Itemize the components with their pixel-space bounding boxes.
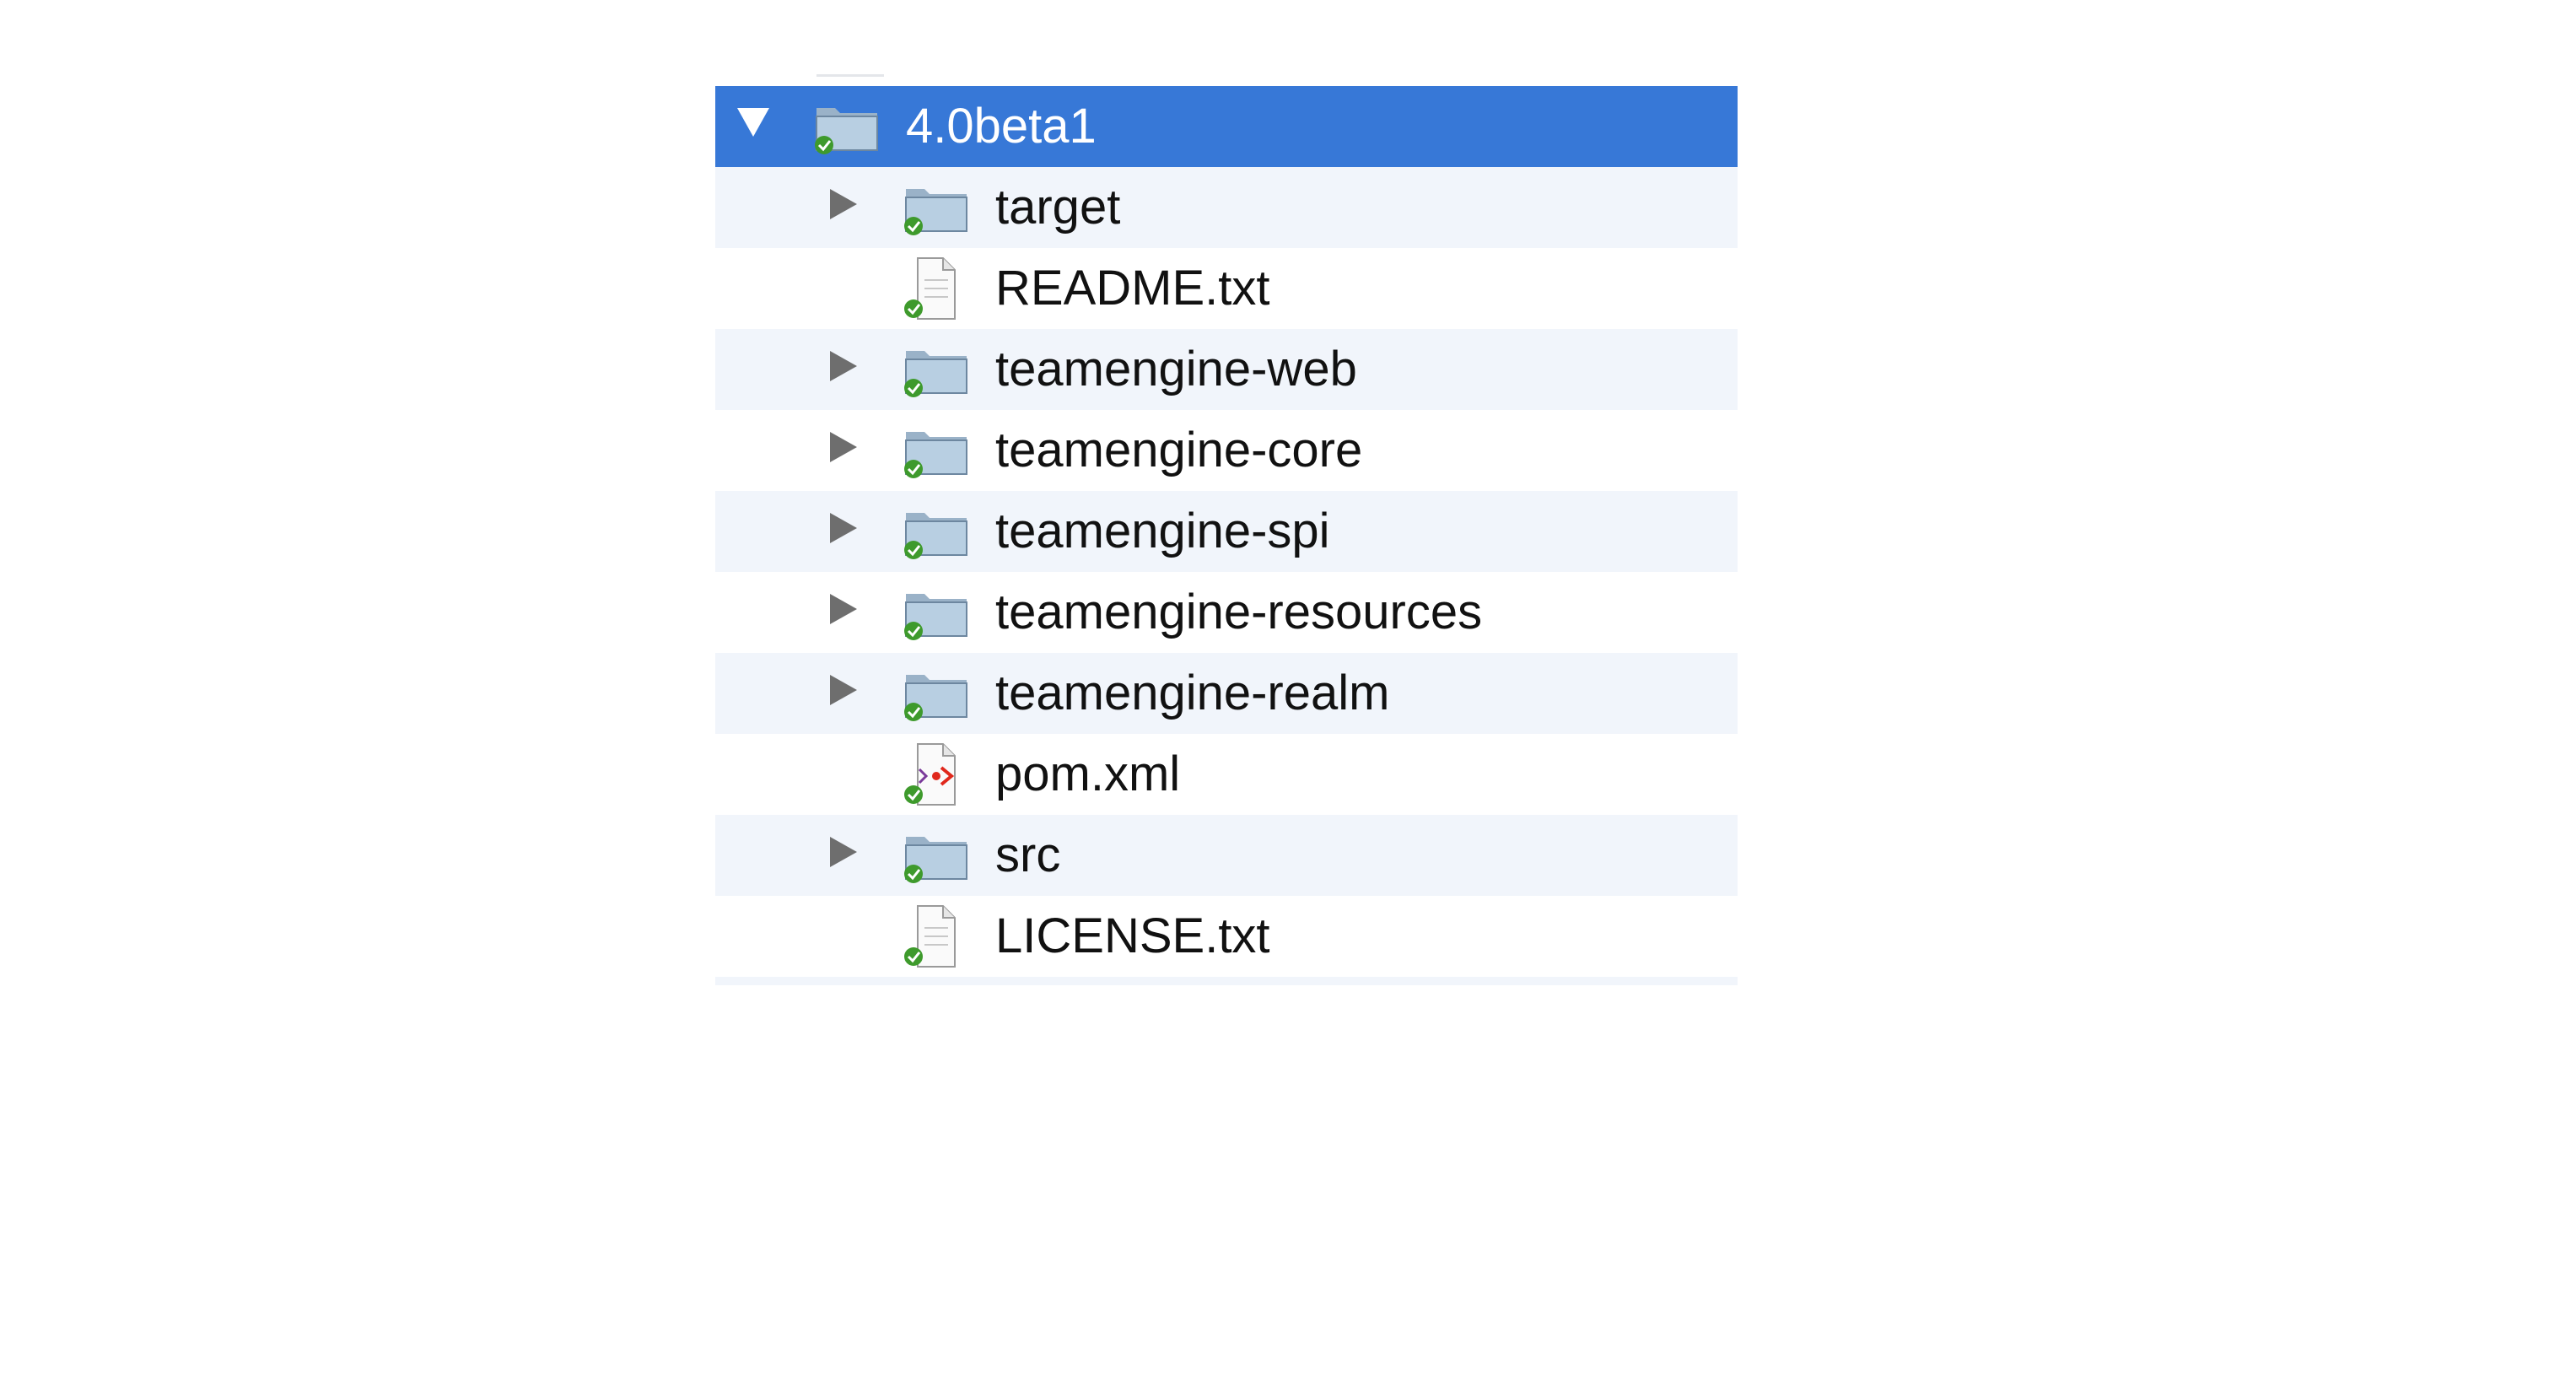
disclosure-collapsed-icon[interactable] (830, 189, 857, 219)
disclosure-collapsed-icon[interactable] (830, 432, 857, 462)
tree-row-teamengine-spi[interactable]: teamengine-spi (715, 491, 1738, 572)
text-file-icon (899, 903, 975, 970)
disclosure-collapsed-icon[interactable] (830, 351, 857, 381)
tree-row-label: teamengine-spi (995, 504, 1330, 558)
folder-icon (899, 822, 975, 889)
tree-row-label: 4.0beta1 (906, 99, 1097, 154)
tree-row-label: teamengine-core (995, 423, 1363, 477)
xml-file-icon (899, 741, 975, 808)
tree-row-label: teamengine-resources (995, 585, 1483, 639)
tree-row-label: target (995, 180, 1121, 235)
folder-icon (899, 498, 975, 565)
project-folder-icon (810, 93, 886, 160)
tree-row-pom-xml[interactable]: pom.xml (715, 734, 1738, 815)
tree-bottom-edge (715, 977, 1738, 985)
disclosure-expanded-icon[interactable] (737, 108, 769, 137)
disclosure-collapsed-icon[interactable] (830, 837, 857, 867)
text-file-icon (899, 255, 975, 322)
folder-icon (899, 579, 975, 646)
tree-row-label: src (995, 828, 1061, 882)
tree-row-label: teamengine-realm (995, 666, 1390, 720)
folder-icon (899, 174, 975, 241)
tree-row-root[interactable]: 4.0beta1 (715, 86, 1738, 167)
disclosure-collapsed-icon[interactable] (830, 594, 857, 624)
disclosure-collapsed-icon[interactable] (830, 513, 857, 543)
tree-row-label: pom.xml (995, 747, 1181, 801)
folder-icon (899, 660, 975, 727)
tree-row-label: README.txt (995, 261, 1270, 315)
tree-row-teamengine-realm[interactable]: teamengine-realm (715, 653, 1738, 734)
tree-row-readme[interactable]: README.txt (715, 248, 1738, 329)
project-tree: 4.0beta1 target README.txt teamengine-we… (715, 71, 1738, 985)
tree-row-license[interactable]: LICENSE.txt (715, 896, 1738, 977)
folder-icon (899, 417, 975, 484)
tree-row-teamengine-web[interactable]: teamengine-web (715, 329, 1738, 410)
disclosure-collapsed-icon[interactable] (830, 675, 857, 705)
tree-row-target[interactable]: target (715, 167, 1738, 248)
folder-icon (899, 336, 975, 403)
tree-row-teamengine-resources[interactable]: teamengine-resources (715, 572, 1738, 653)
tree-row-src[interactable]: src (715, 815, 1738, 896)
tree-row-teamengine-core[interactable]: teamengine-core (715, 410, 1738, 491)
tree-row-label: teamengine-web (995, 342, 1357, 396)
tree-row-label: LICENSE.txt (995, 908, 1270, 963)
tree-top-edge (715, 71, 1738, 86)
